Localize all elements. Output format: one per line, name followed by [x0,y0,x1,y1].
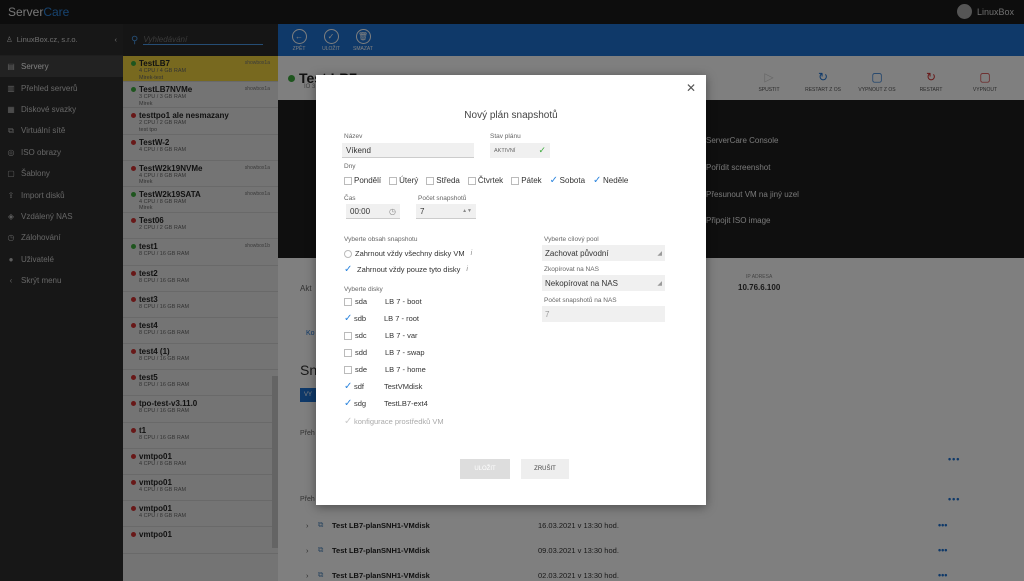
day-checkbox[interactable]: ✓ Sobota [549,174,586,186]
info-icon: i [466,266,468,273]
checkbox-icon [389,176,398,185]
check-icon: ✓ [344,312,353,324]
name-label: Název [344,133,363,140]
day-checkbox[interactable]: Úterý [389,176,418,185]
name-input[interactable]: Víkend [342,143,474,158]
count-value: 7 [420,206,425,216]
check-icon: ✓ [593,174,602,186]
state-value: AKTIVNÍ [494,147,516,154]
check-icon: ✓ [344,415,353,427]
check-icon: ✓ [344,263,353,275]
save-button[interactable]: ULOŽIT [460,459,510,479]
disks-label: Vyberte disky [344,286,383,293]
chevron-down-icon: ◢ [657,280,662,287]
disk-label: LB 7 - boot [385,297,422,306]
day-checkbox[interactable]: Čtvrtek [467,176,504,185]
disk-checkbox[interactable]: ✓ sdb LB 7 - root [344,312,534,324]
disk-name: sda [355,297,368,306]
checkbox-icon [344,176,352,185]
check-icon: ✓ [538,145,546,155]
nas-count-input[interactable]: 7 [542,306,665,322]
disk-label: TestLB7-ext4 [384,399,428,408]
nas-count-label: Počet snapshotů na NAS [544,297,617,304]
disk-checkbox[interactable]: sde LB 7 - home [344,365,535,374]
nas-label: Zkopírovat na NAS [544,266,599,273]
disk-checkbox[interactable]: sda LB 7 - boot [344,297,535,306]
radio-icon [344,249,352,258]
days-label: Dny [344,163,356,170]
day-label: Neděle [603,176,629,185]
checkbox-icon [426,176,435,185]
check-icon: ✓ [344,380,353,392]
disk-label: LB 7 - root [384,314,420,323]
disk-checkbox[interactable]: ✓ sdg TestLB7-ext4 [344,397,534,409]
nas-value: Nekopírovat na NAS [545,278,618,288]
modal-title: Nový plán snapshotů [464,110,558,121]
snapshot-plan-modal: ✕ Nový plán snapshotů Název Víkend Stav … [316,75,706,505]
day-label: Čtvrtek [477,176,504,185]
day-label: Sobota [559,176,586,185]
config-label: konfigurace prostředků VM [354,417,444,426]
content-label: Vyberte obsah snapshotu [344,236,418,243]
disk-name: sdb [354,314,367,323]
pool-select[interactable]: Zachovat původní ◢ [542,245,665,261]
disk-checkbox[interactable]: sdc LB 7 - var [344,331,535,340]
disk-checkbox[interactable]: sdd LB 7 - swap [344,348,535,357]
nas-select[interactable]: Nekopírovat na NAS ◢ [542,275,665,291]
checkbox-icon [344,348,352,357]
checkbox-icon [344,331,352,340]
disk-name: sdc [355,331,367,340]
disk-name: sdd [355,348,368,357]
time-input[interactable]: 00:00 ◷ [346,204,400,219]
state-field[interactable]: AKTIVNÍ ✓ [490,143,550,158]
close-icon[interactable]: ✕ [686,81,696,95]
disk-name: sdf [354,382,365,391]
day-label: Pátek [521,176,542,185]
info-icon: i [470,250,473,257]
pool-label: Vyberte cílový pool [544,236,599,243]
disk-label: LB 7 - home [385,365,426,374]
count-label: Počet snapshotů [418,195,467,202]
state-label: Stav plánu [490,133,521,140]
disk-label: LB 7 - var [385,331,418,340]
checkbox-icon [344,365,352,374]
option-only-disks[interactable]: ✓ Zahrnout vždy pouze tyto disky i [344,263,468,275]
option-only-label: Zahrnout vždy pouze tyto disky [357,265,461,274]
day-checkbox[interactable]: Středa [426,176,460,185]
option-all-label: Zahrnout vždy všechny disky VM [355,249,465,258]
days-group: Pondělí Úterý Středa Čtvrtek Pátek ✓ Sobota ✓ Ne… [344,174,633,186]
disk-name: sde [355,365,368,374]
pool-value: Zachovat původní [545,248,609,258]
checkbox-icon [467,176,476,185]
check-icon: ✓ [344,397,353,409]
check-icon: ✓ [549,174,559,186]
day-label: Středa [436,176,460,185]
count-stepper[interactable]: 7 ▲▼ [416,204,476,219]
stepper-icon: ▲▼ [462,208,472,214]
day-label: Úterý [399,176,419,185]
clock-icon: ◷ [389,206,396,216]
chevron-down-icon: ◢ [657,250,662,257]
config-option: ✓ konfigurace prostředků VM [344,415,444,427]
disk-checkbox[interactable]: ✓ sdf TestVMdisk [344,380,534,392]
day-checkbox[interactable]: Pondělí [344,176,381,185]
disk-name: sdg [354,399,367,408]
day-checkbox[interactable]: Pátek [511,176,542,185]
cancel-button[interactable]: ZRUŠIT [521,459,569,479]
option-all-disks[interactable]: Zahrnout vždy všechny disky VM i [344,249,472,258]
disk-label: TestVMdisk [384,382,423,391]
time-label: Čas [344,195,356,202]
day-checkbox[interactable]: ✓ Neděle [593,174,629,186]
checkbox-icon [511,176,520,185]
disk-label: LB 7 - swap [385,348,425,357]
checkbox-icon [344,297,352,306]
time-value: 00:00 [350,206,371,216]
day-label: Pondělí [354,176,382,185]
